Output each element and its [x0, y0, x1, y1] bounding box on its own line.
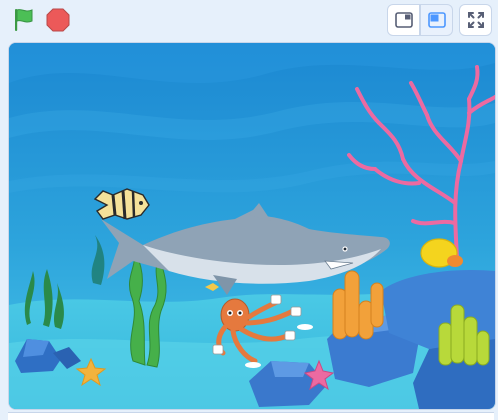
- green-flag-button[interactable]: [10, 6, 38, 34]
- large-stage-button[interactable]: [420, 4, 453, 36]
- fullscreen-button[interactable]: [459, 4, 492, 36]
- stage-canvas[interactable]: [8, 42, 496, 410]
- stop-sign-icon: [46, 8, 70, 32]
- stop-button[interactable]: [44, 6, 72, 34]
- small-stage-icon: [394, 12, 413, 28]
- stage-header: [0, 0, 498, 40]
- fullscreen-icon: [467, 12, 484, 28]
- green-flag-icon: [15, 9, 33, 31]
- small-stage-button[interactable]: [387, 4, 420, 36]
- large-stage-icon: [427, 12, 446, 28]
